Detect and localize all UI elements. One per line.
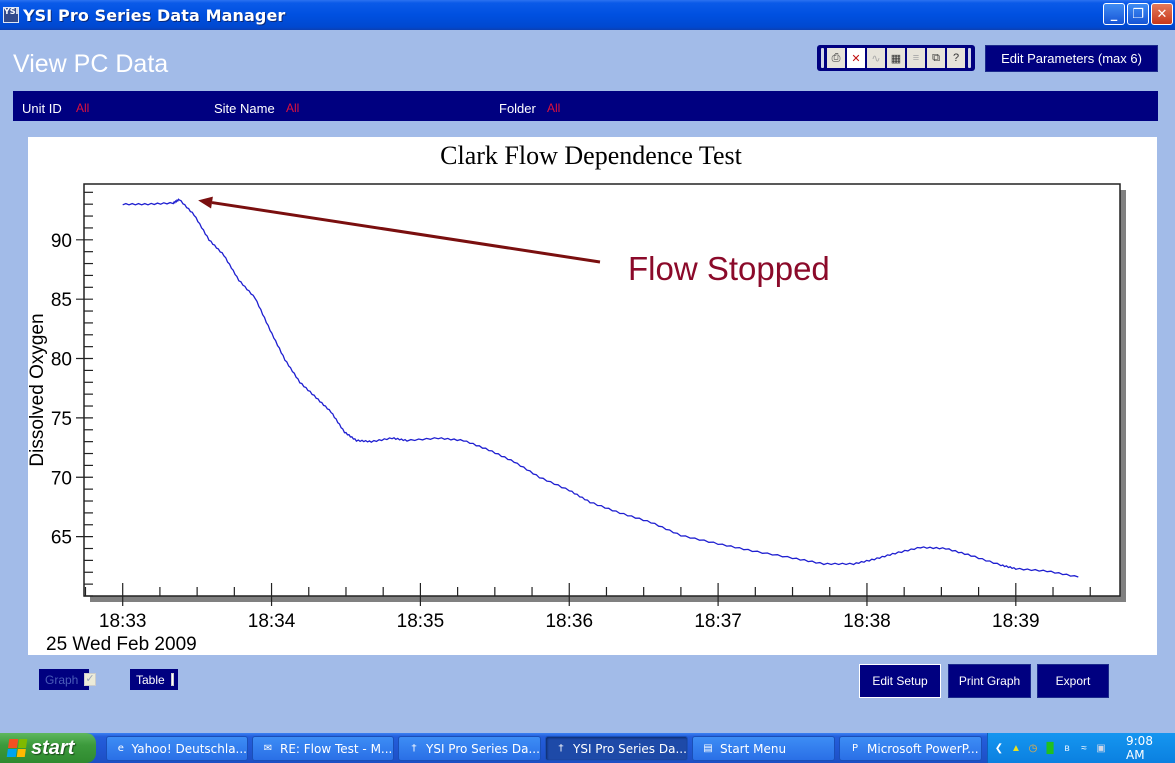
minimize-icon: _: [1110, 6, 1118, 22]
chart-title: Clark Flow Dependence Test: [440, 141, 742, 170]
ysi-logo-icon: †: [558, 743, 564, 754]
start-label: start: [31, 736, 75, 759]
folder-value[interactable]: All: [547, 101, 560, 115]
title-bar: YSI YSI Pro Series Data Manager _ ❐ ✕: [0, 0, 1175, 30]
plot-area: [83, 183, 1121, 597]
table-checkbox[interactable]: Table: [130, 669, 178, 690]
folder-label: Folder: [499, 101, 536, 116]
filter-bar: Unit ID All Site Name All Folder All: [13, 91, 1158, 121]
site-name-value[interactable]: All: [286, 101, 299, 115]
graph-icon: ∿: [867, 48, 885, 68]
taskbar-item-label: Yahoo! Deutschla...: [131, 741, 247, 756]
y-tick-label: 80: [51, 350, 72, 371]
window-title: YSI Pro Series Data Manager: [23, 5, 286, 25]
zoom-off-icon[interactable]: ✕: [847, 48, 865, 68]
restore-button[interactable]: ❐: [1127, 3, 1149, 25]
unit-id-label: Unit ID: [22, 101, 62, 116]
wireless-icon[interactable]: ≈: [1077, 741, 1091, 755]
mail-icon: ✉: [263, 743, 273, 754]
table-checkbox-label: Table: [136, 672, 165, 687]
window-controls: _ ❐ ✕: [1103, 3, 1173, 25]
y-tick-label: 85: [51, 290, 72, 311]
export-button[interactable]: Export: [1037, 664, 1109, 698]
edit-setup-button[interactable]: Edit Setup: [859, 664, 941, 698]
taskbar-item-label: Start Menu: [720, 741, 787, 756]
minimize-button[interactable]: _: [1103, 3, 1125, 25]
powerpoint-icon: P: [851, 743, 859, 754]
help-icon[interactable]: ?: [947, 48, 965, 68]
taskbar-item[interactable]: † YSI Pro Series Da...: [398, 736, 541, 761]
internet-explorer-icon: e: [117, 743, 124, 754]
x-tick-label: 18:33: [99, 611, 147, 632]
close-icon: ✕: [1156, 6, 1168, 22]
expand-tray-icon[interactable]: ❮: [992, 741, 1006, 755]
toolbar-grip[interactable]: [821, 48, 824, 68]
print-icon[interactable]: ⎙: [827, 48, 845, 68]
graph-checkbox[interactable]: Graph ✓: [39, 669, 96, 690]
y-tick-label: 65: [51, 528, 72, 549]
x-tick-label: 18:37: [694, 611, 742, 632]
chart-svg: Clark Flow Dependence Test 657075808590 …: [28, 141, 1126, 655]
edit-parameters-button[interactable]: Edit Parameters (max 6): [985, 45, 1158, 72]
unit-id-value[interactable]: All: [76, 101, 89, 115]
x-tick-label: 18:35: [397, 611, 445, 632]
date-label: 25 Wed Feb 2009: [46, 634, 197, 655]
taskbar-item-label: YSI Pro Series Da...: [426, 741, 540, 756]
ysi-logo-icon: †: [411, 743, 417, 754]
ysi-logo-icon: YSI: [3, 7, 19, 23]
y-tick-label: 90: [51, 231, 72, 252]
close-button[interactable]: ✕: [1151, 3, 1173, 25]
graph-checkbox-label: Graph: [45, 672, 79, 687]
taskbar-item[interactable]: ▤ Start Menu: [692, 736, 835, 761]
taskbar: start e Yahoo! Deutschla... ✉ RE: Flow Test…: [0, 733, 1175, 763]
table-icon[interactable]: ▦: [887, 48, 905, 68]
taskbar-item[interactable]: P Microsoft PowerP...: [839, 736, 982, 761]
clock: 9:08 AM: [1126, 734, 1153, 762]
copy-window-icon[interactable]: ⧉: [927, 48, 945, 68]
site-name-label: Site Name: [214, 101, 275, 116]
checkmark-icon: ✓: [84, 673, 96, 686]
lock-icon[interactable]: ▲: [1009, 741, 1023, 755]
y-tick-label: 75: [51, 409, 72, 430]
restore-icon: ❐: [1132, 6, 1144, 22]
system-tray: ❮ ▲ ◷ █ ʙ ≈ ▣ 9:08 AM: [987, 733, 1175, 763]
toolbar-grip[interactable]: [968, 48, 971, 68]
taskbar-item[interactable]: † YSI Pro Series Da...: [545, 736, 688, 761]
x-tick-label: 18:39: [992, 611, 1040, 632]
graph-toolbar: ⎙ ✕ ∿ ▦ ≡ ⧉?: [817, 45, 975, 71]
y-axis-label: Dissolved Oxygen: [28, 313, 48, 466]
meter-icon[interactable]: █: [1043, 741, 1057, 755]
windows-logo-icon: [6, 739, 28, 757]
taskbar-item-label: RE: Flow Test - M...: [280, 741, 393, 756]
taskbar-item-label: YSI Pro Series Da...: [573, 741, 687, 756]
table-checkbox-box: [170, 673, 174, 686]
taskbar-item[interactable]: ✉ RE: Flow Test - M...: [252, 736, 394, 761]
network-icon[interactable]: ▣: [1094, 741, 1108, 755]
page-title: View PC Data: [13, 50, 169, 78]
folder-icon: ▤: [703, 743, 713, 754]
bluetooth-icon[interactable]: ʙ: [1060, 741, 1074, 755]
print-graph-button[interactable]: Print Graph: [948, 664, 1031, 698]
stats-icon: ≡: [907, 48, 925, 68]
annotation-text: Flow Stopped: [628, 250, 830, 287]
x-tick-label: 18:38: [843, 611, 891, 632]
chart-panel: Clark Flow Dependence Test 65 70 75 80 85 90 …: [28, 137, 1157, 655]
start-button[interactable]: start: [0, 733, 96, 763]
x-tick-label: 18:36: [545, 611, 593, 632]
clock-app-icon[interactable]: ◷: [1026, 741, 1040, 755]
x-tick-label: 18:34: [248, 611, 296, 632]
taskbar-item[interactable]: e Yahoo! Deutschla...: [106, 736, 248, 761]
y-tick-label: 70: [51, 468, 72, 489]
taskbar-item-label: Microsoft PowerP...: [867, 741, 979, 756]
